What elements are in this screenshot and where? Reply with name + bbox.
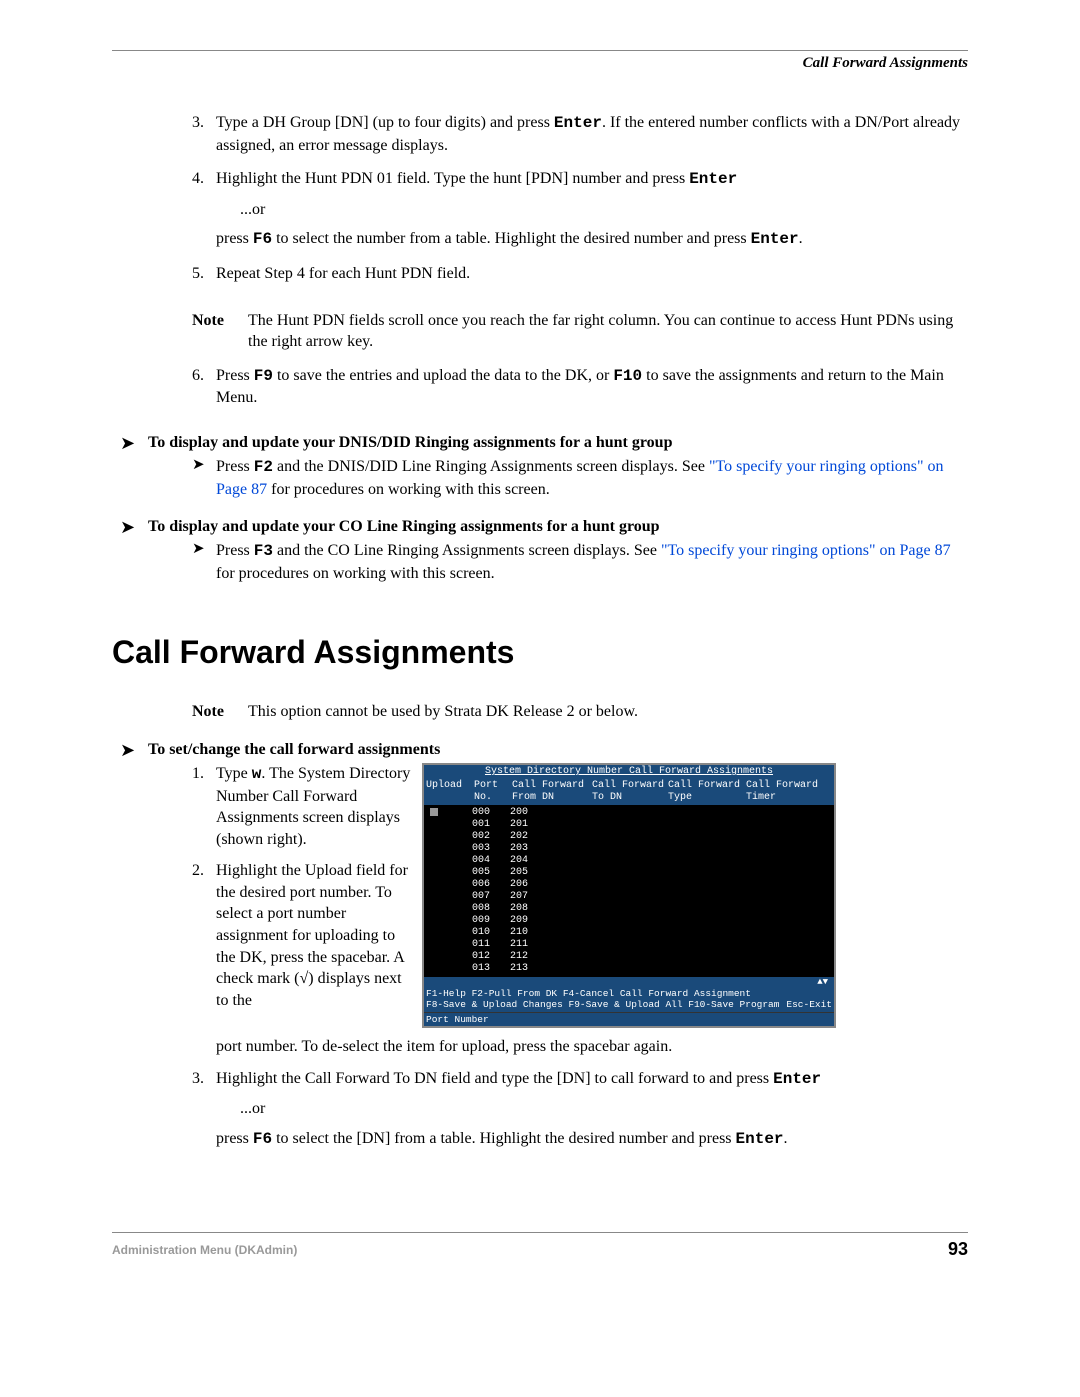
terminal-status: Port Number xyxy=(424,1012,834,1026)
arrow-icon: ➤ xyxy=(192,456,216,500)
footer: Administration Menu (DKAdmin) 93 xyxy=(112,1232,968,1260)
terminal-screenshot: System Directory Number Call Forward Ass… xyxy=(422,763,836,1028)
terminal-row: 004204 xyxy=(472,855,832,867)
terminal-row: 013213 xyxy=(472,963,832,975)
right-column: System Directory Number Call Forward Ass… xyxy=(422,763,968,1028)
scroll-indicator: ▲▼ xyxy=(424,977,834,988)
terminal-row: 002202 xyxy=(472,831,832,843)
heading-set-cf: ➤ To set/change the call forward assignm… xyxy=(112,741,968,759)
terminal-title: System Directory Number Call Forward Ass… xyxy=(424,765,834,779)
step-4: 4. Highlight the Hunt PDN 01 field. Type… xyxy=(192,168,968,251)
terminal-row: 005205 xyxy=(472,867,832,879)
two-column: 1. Type w. The System Directory Number C… xyxy=(192,763,968,1028)
step-list-a2: 6. Press F9 to save the entries and uplo… xyxy=(192,365,968,409)
running-header: Call Forward Assignments xyxy=(112,55,968,72)
terminal-row: 006206 xyxy=(472,879,832,891)
step-b3: 3. Highlight the Call Forward To DN fiel… xyxy=(192,1068,968,1151)
terminal-row: 011211 xyxy=(472,939,832,951)
step-b2: 2. Highlight the Upload field for the de… xyxy=(192,860,412,1011)
arrow-icon: ➤ xyxy=(192,540,216,584)
terminal-row: 010210 xyxy=(472,927,832,939)
terminal-row: 000200 xyxy=(472,807,832,819)
footer-left: Administration Menu (DKAdmin) xyxy=(112,1243,297,1257)
note-strata: Note This option cannot be used by Strat… xyxy=(192,701,968,723)
header-rule xyxy=(112,50,968,51)
section-title: Call Forward Assignments xyxy=(112,634,968,671)
page-number: 93 xyxy=(948,1239,968,1260)
terminal-row: 001201 xyxy=(472,819,832,831)
step-b2-continuation: port number. To de-select the item for u… xyxy=(216,1036,968,1058)
terminal-row: 009209 xyxy=(472,915,832,927)
arrow-icon: ➤ xyxy=(112,518,148,536)
step-list-b2: 3. Highlight the Call Forward To DN fiel… xyxy=(192,1068,968,1151)
left-column: 1. Type w. The System Directory Number C… xyxy=(192,763,422,1022)
step-list-a: 3. Type a DH Group [DN] (up to four digi… xyxy=(192,112,968,285)
page: Call Forward Assignments 3. Type a DH Gr… xyxy=(0,0,1080,1300)
terminal-row: 003203 xyxy=(472,843,832,855)
step-5: 5. Repeat Step 4 for each Hunt PDN field… xyxy=(192,263,968,285)
heading-dnis: ➤ To display and update your DNIS/DID Ri… xyxy=(112,434,968,452)
link-ringing-2[interactable]: "To specify your ringing options" on Pag… xyxy=(661,542,951,559)
heading-co-line: ➤ To display and update your CO Line Rin… xyxy=(112,518,968,536)
terminal-body: 0002000012010022020032030042040052050062… xyxy=(424,805,834,977)
terminal-row: 008208 xyxy=(472,903,832,915)
step-b1: 1. Type w. The System Directory Number C… xyxy=(192,763,412,850)
terminal-headers: Upload Port No. Call Forward From DN Cal… xyxy=(424,779,834,805)
terminal-row: 012212 xyxy=(472,951,832,963)
sub-dnis: ➤ Press F2 and the DNIS/DID Line Ringing… xyxy=(192,456,968,500)
arrow-icon: ➤ xyxy=(112,741,148,759)
step-3: 3. Type a DH Group [DN] (up to four digi… xyxy=(192,112,968,156)
terminal-row: 007207 xyxy=(472,891,832,903)
terminal-footer: F1-Help F2-Pull From DK F4-Cancel Call F… xyxy=(424,988,834,1012)
note-hunt-pdn: Note The Hunt PDN fields scroll once you… xyxy=(192,310,968,353)
arrow-icon: ➤ xyxy=(112,434,148,452)
sub-co-line: ➤ Press F3 and the CO Line Ringing Assig… xyxy=(192,540,968,584)
step-6: 6. Press F9 to save the entries and uplo… xyxy=(192,365,968,409)
